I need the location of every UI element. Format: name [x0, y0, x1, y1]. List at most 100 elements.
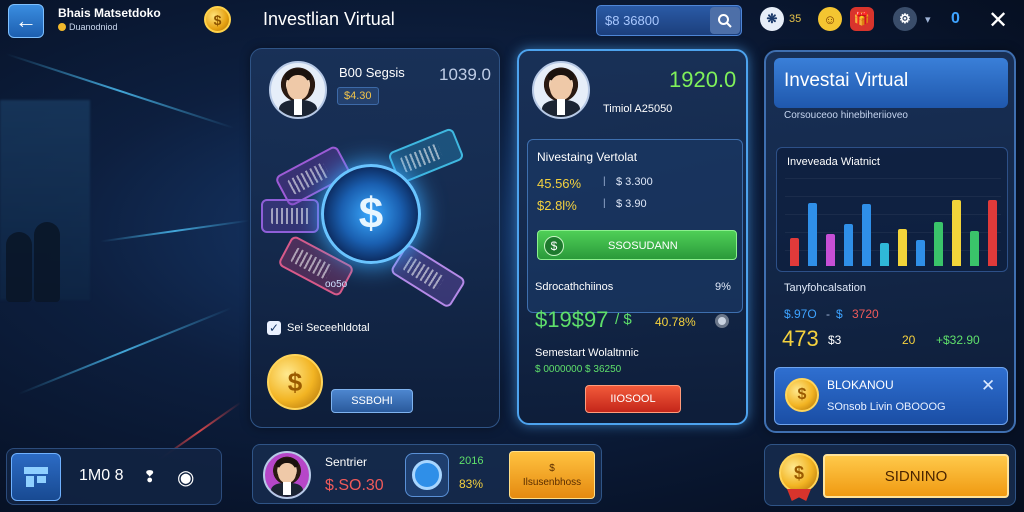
stats-big: 473	[782, 326, 819, 351]
avatar	[269, 61, 327, 119]
coin-dot-icon	[58, 23, 66, 31]
light-beam	[100, 219, 250, 243]
row-right-value: $ 3.90	[616, 198, 647, 210]
header-user-subtitle-text: Duanodniod	[69, 22, 118, 32]
header-user-subtitle: Duanodniod	[58, 22, 118, 32]
chart-bar	[898, 229, 907, 266]
stats-row2-c: 20	[902, 333, 916, 347]
timer-top: 2016	[459, 455, 484, 467]
arrow-left-icon: ←	[15, 8, 37, 33]
profile-name: Sentrier	[325, 455, 368, 469]
green-action-label: SSOSUDANN	[608, 240, 678, 252]
right-panel: Investai Virtual Corsouceoo hinebiheriio…	[764, 50, 1016, 433]
chart-title: Inveveada Wiatnict	[787, 156, 880, 168]
chart-bar	[862, 204, 871, 266]
stats-row2-b: $3	[828, 333, 842, 347]
store-button[interactable]	[11, 453, 61, 501]
timer-icon	[412, 460, 442, 490]
chart-bar	[934, 222, 943, 266]
notification-count: 0	[951, 10, 960, 27]
red-action-button[interactable]: IIOSOOL	[585, 385, 681, 413]
search-icon	[718, 13, 732, 28]
gold-coin-icon: $	[267, 354, 323, 410]
divider-mark: |	[603, 176, 606, 187]
left-value: 1039.0	[439, 65, 491, 84]
investing-card-title: Nivestaing Vertolat	[537, 150, 638, 164]
orange-action-content: $ Ilsusenbhoss	[523, 463, 581, 488]
background-person	[34, 222, 60, 302]
app-title: Investlian Virtual	[263, 9, 395, 29]
avatar	[532, 61, 590, 119]
back-button[interactable]: ←	[8, 4, 44, 38]
sub-row: $ 0000000 $ 36250	[535, 364, 622, 375]
chart-bar	[952, 200, 961, 266]
gems-icon[interactable]: ❋	[760, 7, 784, 31]
chevron-down-icon[interactable]: ▾	[925, 13, 931, 26]
chart-bar	[790, 238, 799, 266]
promo-subtitle: SOnsob Livin OBOOOG	[827, 401, 946, 413]
chart-bar	[988, 200, 997, 266]
chart-bar	[970, 231, 979, 266]
stats-row1-a: $.97O	[784, 307, 817, 321]
right-panel-header: Investai Virtual	[774, 58, 1008, 108]
promo-title: BLOKANOU	[827, 378, 894, 392]
main-action-button[interactable]: SIDNINO	[823, 454, 1009, 498]
dollar-circle-icon: $	[544, 236, 564, 256]
dash-mark: -	[826, 307, 830, 321]
chart-box: Inveveada Wiatnict	[776, 147, 1008, 272]
bottom-right-bar: $ SIDNINO	[764, 444, 1016, 506]
gems-count: 35	[789, 13, 802, 25]
stats-row2-d: +$32.90	[936, 333, 980, 347]
chart-bar	[826, 234, 835, 266]
big-value: $19$97	[535, 307, 609, 332]
top-bar: ← Bhais Matsetdoko Duanodniod $ Investli…	[0, 0, 1024, 40]
close-icon[interactable]: ✕	[981, 376, 995, 396]
big-percent: 40.78%	[655, 315, 696, 329]
search-box	[596, 5, 742, 36]
camera-icon[interactable]: ◉	[177, 465, 194, 490]
close-icon[interactable]: ✕	[988, 6, 1008, 35]
checkbox[interactable]: ✓	[267, 321, 281, 335]
stats-title: Tanyfohcalsation	[784, 282, 866, 294]
card-caption: oo5o	[325, 279, 348, 290]
left-user-name: B00 Segsis	[339, 65, 405, 80]
section-title: Sdrocathchiinos	[535, 281, 614, 293]
row-left-value: $2.8l%	[537, 198, 577, 213]
avatar	[263, 451, 311, 499]
big-value-mark: / $	[615, 311, 632, 328]
timer-button[interactable]	[405, 453, 449, 497]
green-action-button[interactable]: $ SSOSUDANN	[537, 230, 737, 260]
chart-bar	[844, 224, 853, 266]
timer-bottom: 83%	[459, 477, 484, 491]
orange-action-label: Ilsusenbhoss	[522, 476, 582, 488]
bar-chart	[785, 178, 1001, 266]
left-panel: B00 Segsis $4.30 1039.0 $ oo5o ✓ Sei Sec…	[250, 48, 500, 428]
profile-value: $.SO.30	[325, 477, 384, 494]
header-user-name: Bhais Matsetdoko	[58, 6, 161, 20]
stats-row1-b: 3720	[852, 307, 879, 321]
bottom-profile-bar: Sentrier $.SO.30 2016 83% $ Ilsusenbhoss	[252, 444, 602, 504]
toggle-dot-icon[interactable]	[715, 314, 729, 328]
coin-icon[interactable]: $	[204, 6, 231, 33]
orange-action-button[interactable]: $ Ilsusenbhoss	[509, 451, 595, 499]
settings-icon[interactable]: ⚙	[893, 7, 917, 31]
smile-coin-icon[interactable]: ☺	[818, 7, 842, 31]
right-panel-title: Investai Virtual	[784, 70, 909, 91]
coin-mark: $	[549, 462, 555, 474]
ribbon-icon	[787, 489, 811, 501]
medal-icon: $	[779, 453, 819, 493]
gold-coin-icon: $	[785, 378, 819, 412]
credit-card-icon	[261, 199, 319, 233]
store-icon	[24, 467, 48, 487]
search-input[interactable]	[605, 6, 705, 35]
light-beam	[17, 306, 233, 396]
chart-bar	[916, 240, 925, 266]
chart-bar	[808, 203, 817, 266]
middle-subtitle: Timiol A25050	[603, 103, 673, 115]
promo-card[interactable]: $ BLOKANOU SOnsob Livin OBOOOG ✕	[774, 367, 1008, 425]
search-button[interactable]	[710, 7, 740, 34]
balance-badge: $4.30	[337, 87, 379, 105]
left-panel-button[interactable]: SSBOHI	[331, 389, 413, 413]
gift-icon[interactable]: 🎁	[850, 7, 874, 31]
divider-mark: |	[603, 198, 606, 209]
